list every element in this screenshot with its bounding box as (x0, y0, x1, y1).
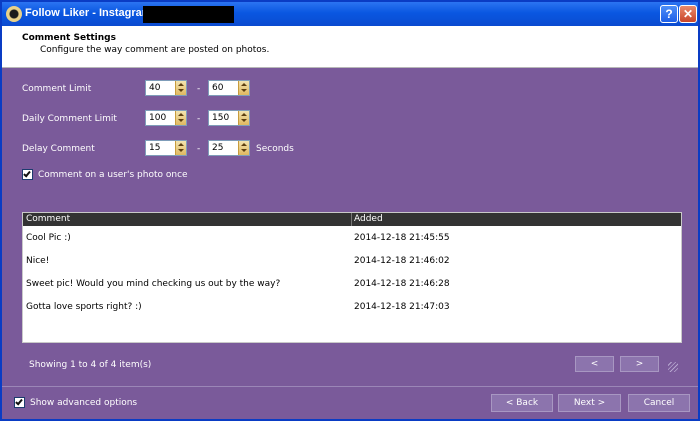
settings-header: Comment Settings Configure the way comme… (2, 26, 698, 68)
comment-limit-min-value: 40 (149, 83, 161, 93)
next-button[interactable]: Next > (558, 394, 621, 412)
redacted-block (143, 6, 234, 23)
added-cell: 2014-12-18 21:47:03 (354, 302, 450, 312)
table-row[interactable]: Sweet pic! Would you mind checking us ou… (23, 273, 681, 296)
comment-cell: Cool Pic :) (26, 233, 71, 243)
comment-once-checkbox[interactable] (22, 169, 33, 180)
table-row[interactable]: Cool Pic :) 2014-12-18 21:45:55 (23, 227, 681, 250)
advanced-options-checkbox[interactable] (14, 397, 25, 408)
spinner-arrows-icon[interactable] (175, 111, 186, 125)
added-cell: 2014-12-18 21:45:55 (354, 233, 450, 243)
table-header: Comment Added (23, 213, 681, 226)
comment-limit-label: Comment Limit (22, 84, 92, 94)
close-button[interactable]: ✕ (679, 5, 697, 23)
page-subtitle: Configure the way comment are posted on … (40, 45, 270, 55)
range-separator: - (197, 114, 201, 124)
prev-page-button[interactable]: < (575, 356, 614, 372)
comment-once-label[interactable]: Comment on a user's photo once (38, 170, 188, 180)
resize-grip-icon[interactable] (668, 362, 678, 372)
daily-limit-min-value: 100 (149, 113, 167, 123)
cancel-button[interactable]: Cancel (628, 394, 690, 412)
delay-max-value: 25 (212, 143, 224, 153)
comment-cell: Nice! (26, 256, 50, 266)
column-header-added[interactable]: Added (354, 214, 383, 224)
back-button[interactable]: < Back (491, 394, 553, 412)
table-row[interactable]: Gotta love sports right? :) 2014-12-18 2… (23, 296, 681, 319)
title-bar: Follow Liker - Instagram ? ✕ (2, 2, 698, 26)
added-cell: 2014-12-18 21:46:02 (354, 256, 450, 266)
main-window: Follow Liker - Instagram ? ✕ Comment Set… (0, 0, 700, 421)
delay-unit-label: Seconds (256, 144, 294, 154)
spinner-arrows-icon[interactable] (175, 141, 186, 155)
column-divider[interactable] (351, 213, 352, 226)
comment-cell: Sweet pic! Would you mind checking us ou… (26, 279, 281, 289)
delay-comment-label: Delay Comment (22, 144, 95, 154)
checkmark-icon (15, 397, 23, 406)
close-icon: ✕ (682, 7, 694, 21)
added-cell: 2014-12-18 21:46:28 (354, 279, 450, 289)
advanced-options-label[interactable]: Show advanced options (30, 398, 137, 408)
next-page-button[interactable]: > (620, 356, 659, 372)
spinner-arrows-icon[interactable] (238, 141, 249, 155)
table-row[interactable]: Nice! 2014-12-18 21:46:02 (23, 250, 681, 273)
comment-limit-min-spinner[interactable]: 40 (145, 80, 187, 96)
comment-limit-max-value: 60 (212, 83, 224, 93)
delay-min-value: 15 (149, 143, 161, 153)
pager-status: Showing 1 to 4 of 4 item(s) (29, 360, 152, 370)
spinner-arrows-icon[interactable] (175, 81, 186, 95)
column-header-comment[interactable]: Comment (26, 214, 70, 224)
daily-limit-min-spinner[interactable]: 100 (145, 110, 187, 126)
comment-limit-max-spinner[interactable]: 60 (208, 80, 250, 96)
help-button[interactable]: ? (660, 5, 678, 23)
spinner-arrows-icon[interactable] (238, 111, 249, 125)
range-separator: - (197, 144, 201, 154)
comment-cell: Gotta love sports right? :) (26, 302, 142, 312)
checkmark-icon (23, 169, 31, 178)
daily-limit-max-spinner[interactable]: 150 (208, 110, 250, 126)
window-title: Follow Liker - Instagram (25, 7, 152, 19)
page-title: Comment Settings (22, 33, 116, 43)
range-separator: - (197, 84, 201, 94)
app-icon (6, 6, 22, 22)
question-icon: ? (665, 7, 673, 21)
daily-limit-max-value: 150 (212, 113, 230, 123)
spinner-arrows-icon[interactable] (238, 81, 249, 95)
comments-table: Comment Added Cool Pic :) 2014-12-18 21:… (22, 212, 682, 343)
delay-min-spinner[interactable]: 15 (145, 140, 187, 156)
footer-divider (2, 386, 698, 387)
daily-comment-limit-label: Daily Comment Limit (22, 114, 117, 124)
delay-max-spinner[interactable]: 25 (208, 140, 250, 156)
